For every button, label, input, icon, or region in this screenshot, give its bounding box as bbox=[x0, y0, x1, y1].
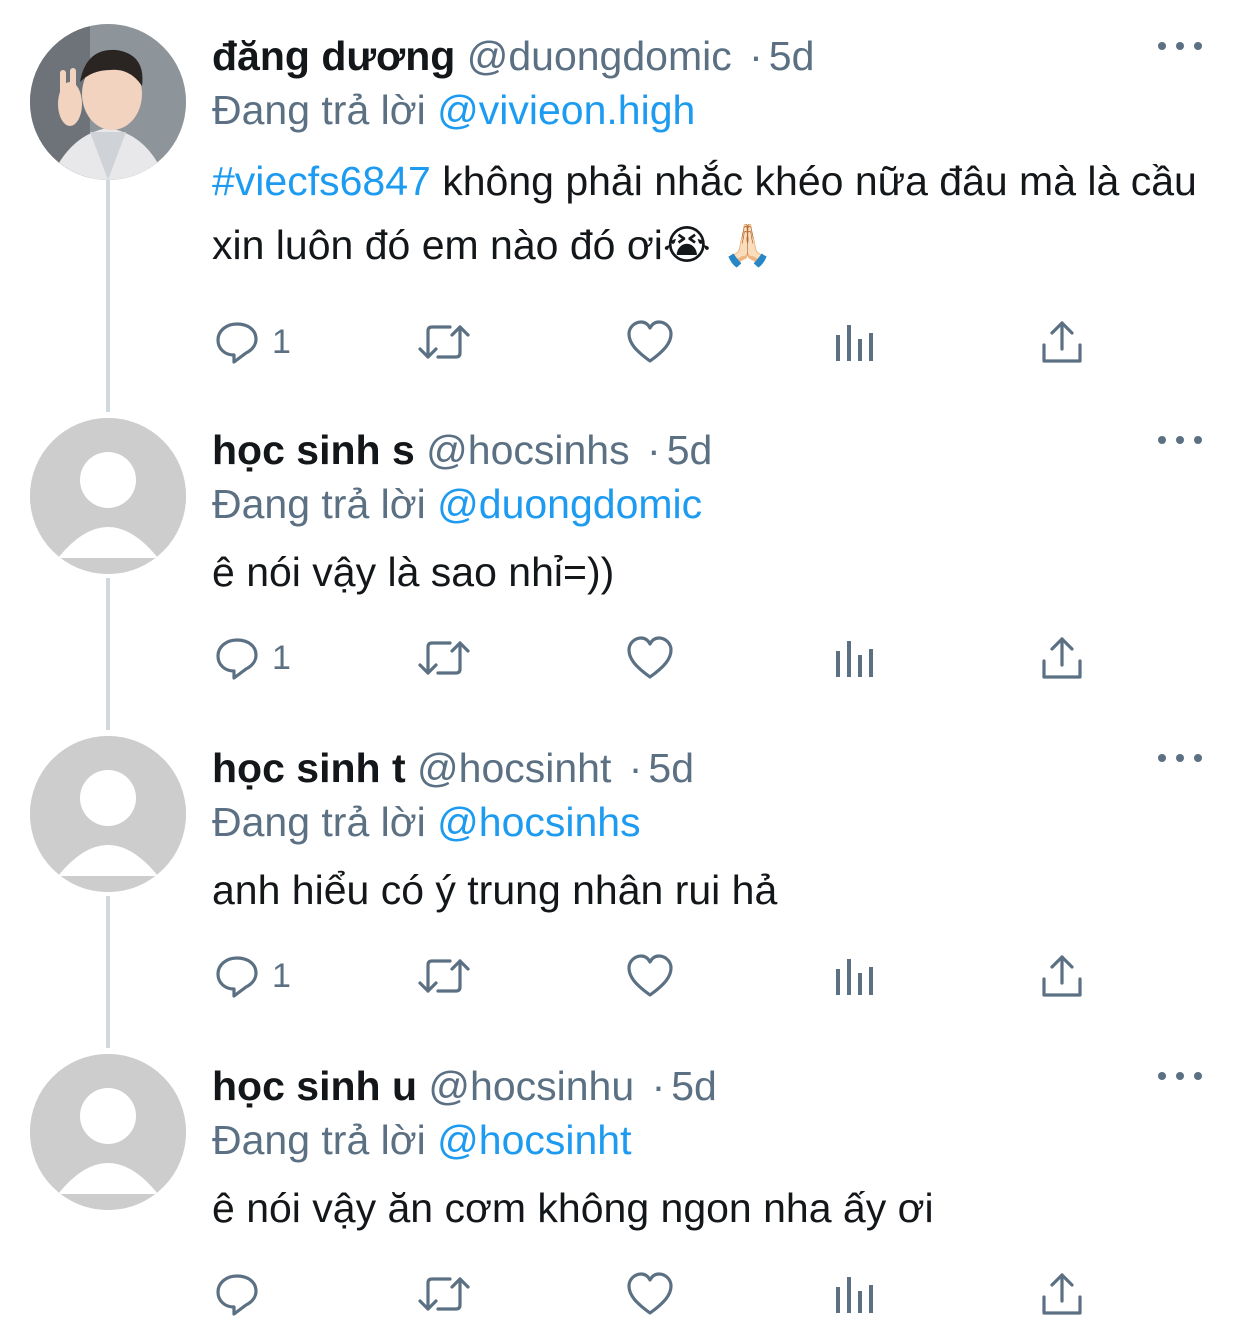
share-button[interactable] bbox=[1040, 316, 1084, 368]
avatar[interactable] bbox=[30, 24, 186, 180]
action-bar: 1 bbox=[212, 950, 1112, 1002]
reply-button[interactable]: 1 bbox=[214, 316, 291, 368]
reply-count: 1 bbox=[272, 322, 291, 361]
tweet[interactable]: học sinh t @hocsinht · 5d Đang trả lời @h… bbox=[0, 736, 1242, 1036]
reply-icon bbox=[216, 956, 258, 998]
analytics-button[interactable] bbox=[836, 950, 876, 1002]
tweet[interactable]: học sinh u @hocsinhu · 5d Đang trả lời @h… bbox=[0, 1054, 1242, 1341]
reply-prefix: Đang trả lời bbox=[212, 799, 426, 845]
share-button[interactable] bbox=[1040, 950, 1084, 1002]
tweet-text: anh hiểu có ý trung nhân rui hả bbox=[212, 867, 778, 913]
user-handle[interactable]: @duongdomic bbox=[467, 33, 732, 79]
reply-prefix: Đang trả lời bbox=[212, 481, 426, 527]
reply-count: 1 bbox=[272, 956, 291, 995]
action-bar bbox=[212, 1268, 1112, 1320]
retweet-icon bbox=[418, 1277, 470, 1311]
like-button[interactable] bbox=[626, 950, 674, 1002]
more-icon[interactable] bbox=[1158, 748, 1202, 768]
tweet-text: ê nói vậy ăn cơm không ngon nha ấy ơi bbox=[212, 1185, 934, 1231]
reply-to-link[interactable]: @hocsinhs bbox=[437, 799, 640, 845]
retweet-icon bbox=[418, 325, 470, 359]
retweet-icon bbox=[418, 959, 470, 993]
share-icon bbox=[1042, 321, 1082, 363]
user-handle[interactable]: @hocsinhu bbox=[428, 1063, 634, 1109]
share-button[interactable] bbox=[1040, 1268, 1084, 1320]
analytics-button[interactable] bbox=[836, 1268, 876, 1320]
share-icon bbox=[1042, 1273, 1082, 1315]
tweet-header: đăng dương @duongdomic · 5d bbox=[212, 30, 814, 82]
action-bar: 1 bbox=[212, 316, 1112, 368]
tweet-text: #viecfs6847 không phải nhắc khéo nữa đâu… bbox=[212, 149, 1202, 277]
tweet[interactable]: học sinh s @hocsinhs · 5d Đang trả lời @d… bbox=[0, 418, 1242, 718]
user-handle[interactable]: @hocsinhs bbox=[426, 427, 629, 473]
share-icon bbox=[1042, 637, 1082, 679]
reply-context: Đang trả lời @duongdomic bbox=[212, 478, 702, 530]
reply-context: Đang trả lời @vivieon.high bbox=[212, 84, 695, 136]
action-bar: 1 bbox=[212, 632, 1112, 684]
reply-icon bbox=[216, 322, 258, 364]
share-button[interactable] bbox=[1040, 632, 1084, 684]
tweet[interactable]: đăng dương @duongdomic · 5d Đang trả lời … bbox=[0, 24, 1242, 394]
timestamp[interactable]: 5d bbox=[769, 33, 815, 79]
reply-button[interactable]: 1 bbox=[214, 950, 291, 1002]
separator: · bbox=[647, 427, 661, 473]
analytics-button[interactable] bbox=[836, 316, 876, 368]
reply-to-link[interactable]: @vivieon.high bbox=[437, 87, 695, 133]
timestamp[interactable]: 5d bbox=[648, 745, 694, 791]
reply-context: Đang trả lời @hocsinhs bbox=[212, 796, 641, 848]
separator: · bbox=[749, 33, 763, 79]
display-name[interactable]: học sinh u bbox=[212, 1063, 417, 1109]
display-name[interactable]: đăng dương bbox=[212, 33, 455, 79]
analytics-icon bbox=[836, 1277, 873, 1313]
like-button[interactable] bbox=[626, 316, 674, 368]
tweet-header: học sinh t @hocsinht · 5d bbox=[212, 742, 694, 794]
reply-to-link[interactable]: @duongdomic bbox=[437, 481, 702, 527]
reply-to-link[interactable]: @hocsinht bbox=[437, 1117, 631, 1163]
reply-icon bbox=[216, 638, 258, 680]
timestamp[interactable]: 5d bbox=[667, 427, 713, 473]
reply-context: Đang trả lời @hocsinht bbox=[212, 1114, 632, 1166]
retweet-button[interactable] bbox=[416, 632, 472, 684]
analytics-icon bbox=[836, 641, 873, 677]
heart-icon bbox=[627, 636, 673, 679]
more-icon[interactable] bbox=[1158, 430, 1202, 450]
analytics-icon bbox=[836, 325, 873, 361]
retweet-button[interactable] bbox=[416, 1268, 472, 1320]
like-button[interactable] bbox=[626, 1268, 674, 1320]
retweet-button[interactable] bbox=[416, 950, 472, 1002]
reply-count: 1 bbox=[272, 638, 291, 677]
avatar[interactable] bbox=[30, 418, 186, 574]
avatar[interactable] bbox=[30, 736, 186, 892]
retweet-icon bbox=[418, 641, 470, 675]
analytics-button[interactable] bbox=[836, 632, 876, 684]
reply-prefix: Đang trả lời bbox=[212, 1117, 426, 1163]
user-handle[interactable]: @hocsinht bbox=[417, 745, 611, 791]
analytics-icon bbox=[836, 959, 873, 995]
tweet-header: học sinh u @hocsinhu · 5d bbox=[212, 1060, 717, 1112]
heart-icon bbox=[627, 320, 673, 363]
tweet-text: ê nói vậy là sao nhỉ=)) bbox=[212, 549, 615, 595]
avatar[interactable] bbox=[30, 1054, 186, 1210]
hashtag-link[interactable]: #viecfs6847 bbox=[212, 158, 431, 204]
reply-button[interactable] bbox=[214, 1268, 272, 1320]
timestamp[interactable]: 5d bbox=[671, 1063, 717, 1109]
separator: · bbox=[651, 1063, 666, 1109]
reply-icon bbox=[216, 1274, 258, 1316]
share-icon bbox=[1042, 955, 1082, 997]
heart-icon bbox=[627, 1272, 673, 1315]
display-name[interactable]: học sinh s bbox=[212, 427, 415, 473]
heart-icon bbox=[627, 954, 673, 997]
tweet-header: học sinh s @hocsinhs · 5d bbox=[212, 424, 712, 476]
reply-button[interactable]: 1 bbox=[214, 632, 291, 684]
retweet-button[interactable] bbox=[416, 316, 472, 368]
more-icon[interactable] bbox=[1158, 1066, 1202, 1086]
more-icon[interactable] bbox=[1158, 36, 1202, 56]
display-name[interactable]: học sinh t bbox=[212, 745, 406, 791]
reply-prefix: Đang trả lời bbox=[212, 87, 426, 133]
separator: · bbox=[628, 745, 643, 791]
like-button[interactable] bbox=[626, 632, 674, 684]
